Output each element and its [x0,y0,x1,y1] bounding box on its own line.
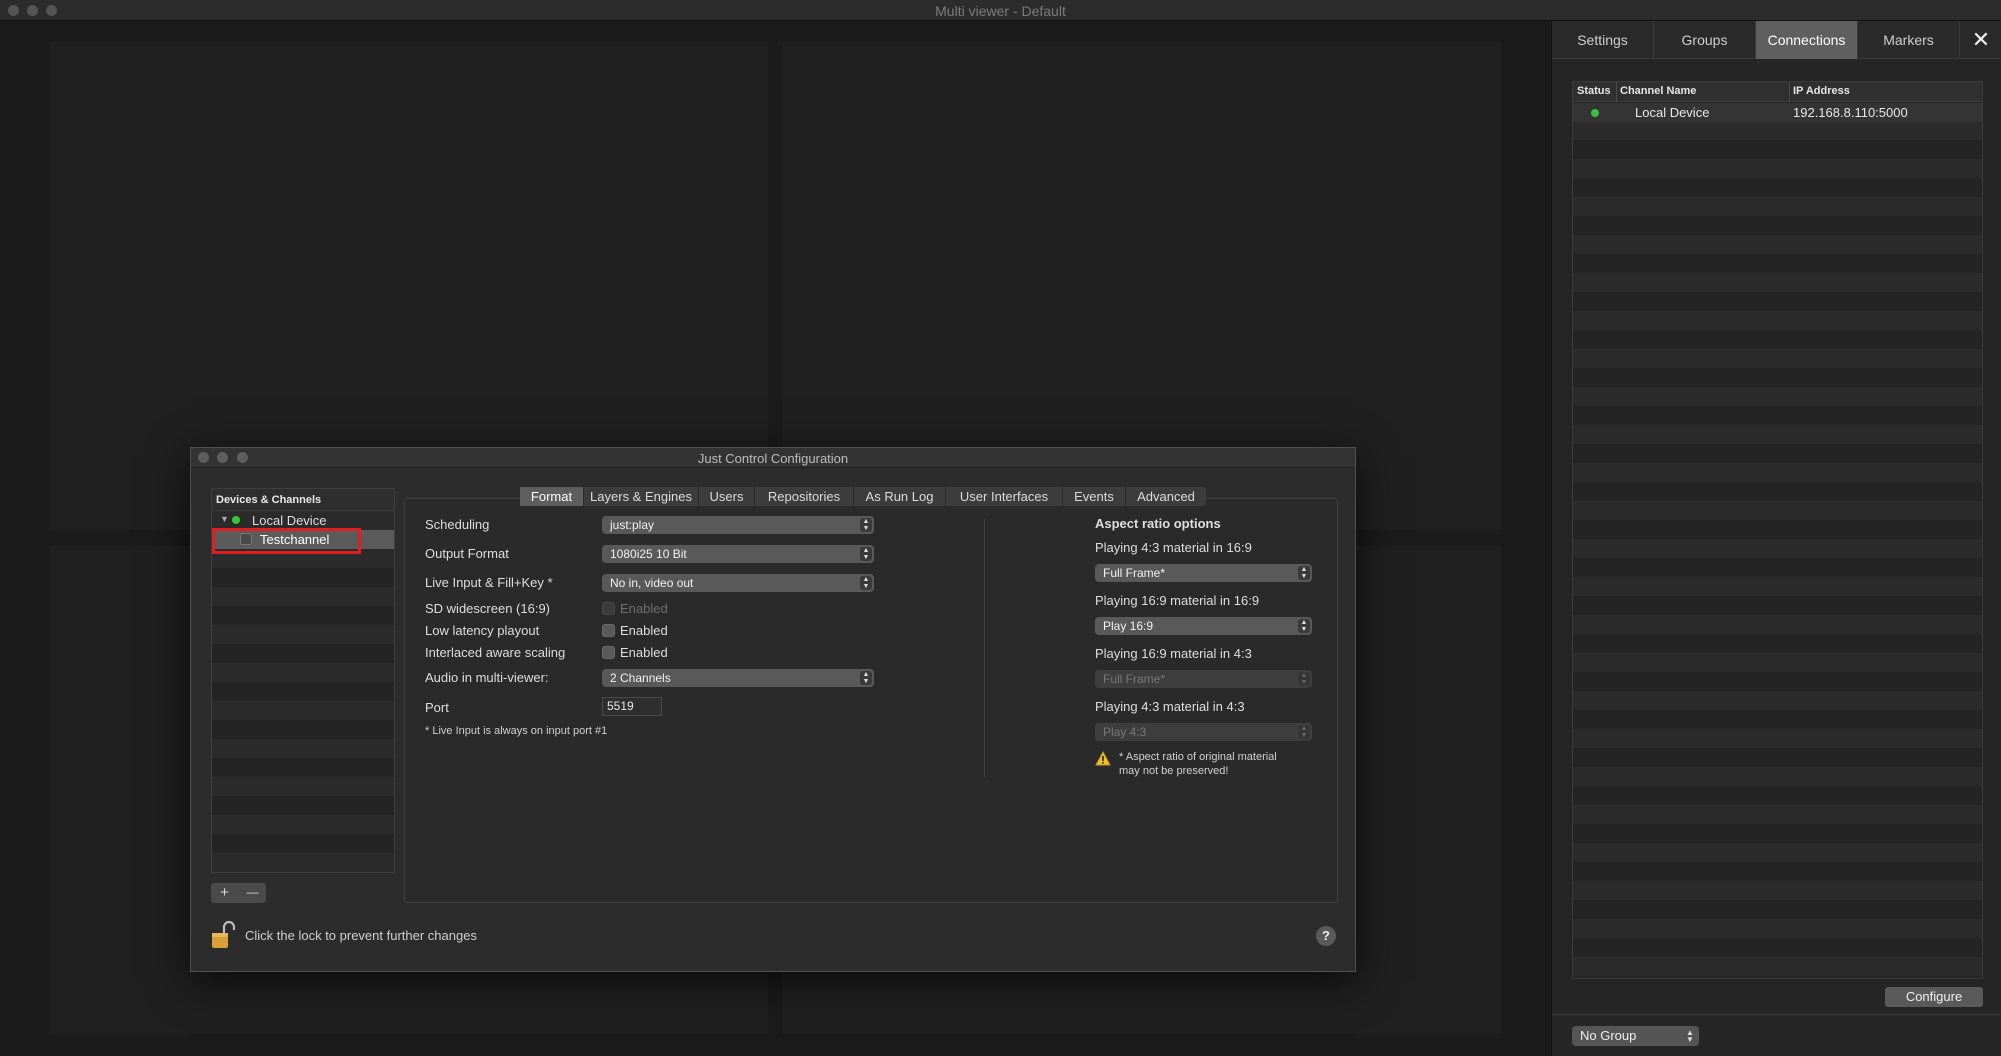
updown-chevron-icon: ▲ ▼ [1298,672,1310,686]
tab-layers-engines[interactable]: Layers & Engines [584,487,699,506]
scheduling-value: just:play [610,518,655,532]
window-titlebar: Multi viewer - Default [0,0,2001,21]
table-body [1573,102,1982,978]
dialog-title: Just Control Configuration [697,451,849,466]
lock-text: Click the lock to prevent further change… [245,928,477,943]
group-select-value: No Group [1580,1028,1637,1043]
status-online-icon [232,516,240,524]
aspect-opt4-value: Play 4:3 [1103,725,1147,739]
updown-chevron-icon: ▲ ▼ [860,547,872,561]
output-format-select[interactable]: 1080i25 10 Bit ▲ ▼ [602,545,874,563]
live-input-select[interactable]: No in, video out ▲ ▼ [602,574,874,592]
selection-highlight [212,528,361,554]
tab-events[interactable]: Events [1063,487,1126,506]
interlaced-checkbox-label: Enabled [620,645,668,660]
configure-button[interactable]: Configure [1885,987,1983,1007]
updown-chevron-icon: ▲ ▼ [860,518,872,532]
devices-header: Devices & Channels [212,489,394,511]
scheduling-label: Scheduling [425,517,490,532]
window-title: Multi viewer - Default [935,3,1066,19]
tab-markers[interactable]: Markers [1858,21,1960,59]
aspect-opt1-label: Playing 4:3 material in 16:9 [1095,540,1252,555]
row-ip-address: 192.168.8.110:5000 [1793,105,1908,120]
aspect-opt2-select[interactable]: Play 16:9 ▲ ▼ [1095,617,1312,635]
panel-footer: No Group ▲ ▼ [1552,1014,2001,1056]
table-header: Status Channel Name IP Address [1573,82,1982,102]
port-input[interactable]: 5519 [602,697,662,716]
tab-repositories[interactable]: Repositories [755,487,854,506]
panel-tabs: Settings Groups Connections Markers ✕ [1552,21,2001,59]
updown-chevron-icon: ▲ ▼ [1686,1028,1694,1044]
output-format-value: 1080i25 10 Bit [610,547,687,561]
column-status[interactable]: Status [1577,85,1611,97]
updown-chevron-icon: ▲ ▼ [860,671,872,685]
lock-control: Click the lock to prevent further change… [211,920,531,950]
tab-groups[interactable]: Groups [1654,21,1756,59]
port-label: Port [425,700,449,715]
aspect-opt3-label: Playing 16:9 material in 4:3 [1095,646,1252,661]
lock-open-icon[interactable] [211,920,235,950]
column-ip-address[interactable]: IP Address [1793,85,1850,97]
live-input-footnote: * Live Input is always on input port #1 [425,725,608,737]
disclosure-triangle-icon[interactable]: ▼ [220,514,229,524]
aspect-opt2-value: Play 16:9 [1103,619,1154,633]
tab-advanced[interactable]: Advanced [1126,487,1206,506]
tab-settings[interactable]: Settings [1552,21,1654,59]
sd-widescreen-label: SD widescreen (16:9) [425,601,550,616]
live-input-value: No in, video out [610,576,694,590]
output-format-label: Output Format [425,546,509,561]
connections-table: Status Channel Name IP Address Local Dev… [1572,81,1983,979]
row-channel-name: Local Device [1635,105,1710,120]
aspect-opt1-select[interactable]: Full Frame* ▲ ▼ [1095,564,1312,582]
updown-chevron-icon: ▲ ▼ [860,576,872,590]
group-select[interactable]: No Group ▲ ▼ [1572,1026,1699,1046]
aspect-warning-line2: may not be preserved! [1119,765,1229,777]
tab-format[interactable]: Format [520,487,584,506]
aspect-heading: Aspect ratio options [1095,516,1221,531]
tab-as-run-log[interactable]: As Run Log [854,487,946,506]
tab-users[interactable]: Users [699,487,755,506]
aspect-warning-line1: * Aspect ratio of original material [1119,751,1277,763]
add-channel-button[interactable]: + [211,884,238,901]
aspect-opt4-select[interactable]: Play 4:3 ▲ ▼ [1095,723,1312,741]
remove-channel-button[interactable]: — [239,885,266,899]
aspect-opt2-label: Playing 16:9 material in 16:9 [1095,593,1260,608]
audio-value: 2 Channels [610,671,671,685]
warning-icon [1095,751,1111,766]
config-tabs: Format Layers & Engines Users Repositori… [520,487,1206,506]
table-row[interactable]: Local Device 192.168.8.110:5000 [1573,103,1982,122]
updown-chevron-icon: ▲ ▼ [1298,566,1310,580]
close-icon[interactable]: ✕ [1966,25,1996,55]
add-remove-control: + — [211,883,266,903]
audio-label: Audio in multi-viewer: [425,670,549,685]
aspect-opt4-label: Playing 4:3 material in 4:3 [1095,699,1245,714]
connections-panel: Settings Groups Connections Markers ✕ St… [1551,21,2001,1056]
status-online-icon [1591,109,1599,117]
dialog-titlebar: Just Control Configuration [191,448,1355,468]
low-latency-checkbox[interactable] [602,624,615,637]
help-button[interactable]: ? [1316,926,1336,946]
aspect-opt1-value: Full Frame* [1103,566,1166,580]
low-latency-checkbox-label: Enabled [620,623,668,638]
scheduling-select[interactable]: just:play ▲ ▼ [602,516,874,534]
format-divider [984,519,985,777]
updown-chevron-icon: ▲ ▼ [1298,619,1310,633]
interlaced-label: Interlaced aware scaling [425,645,566,660]
tab-connections[interactable]: Connections [1756,21,1858,59]
column-channel-name[interactable]: Channel Name [1620,85,1696,97]
aspect-opt3-value: Full Frame* [1103,672,1166,686]
aspect-opt3-select[interactable]: Full Frame* ▲ ▼ [1095,670,1312,688]
low-latency-label: Low latency playout [425,623,540,638]
sd-widescreen-checkbox-label: Enabled [620,601,668,616]
tab-user-interfaces[interactable]: User Interfaces [946,487,1063,506]
device-name: Local Device [252,513,327,528]
sd-widescreen-checkbox[interactable] [602,602,615,615]
live-input-label: Live Input & Fill+Key * [425,575,553,590]
updown-chevron-icon: ▲ ▼ [1298,725,1310,739]
audio-select[interactable]: 2 Channels ▲ ▼ [602,669,874,687]
interlaced-checkbox[interactable] [602,646,615,659]
